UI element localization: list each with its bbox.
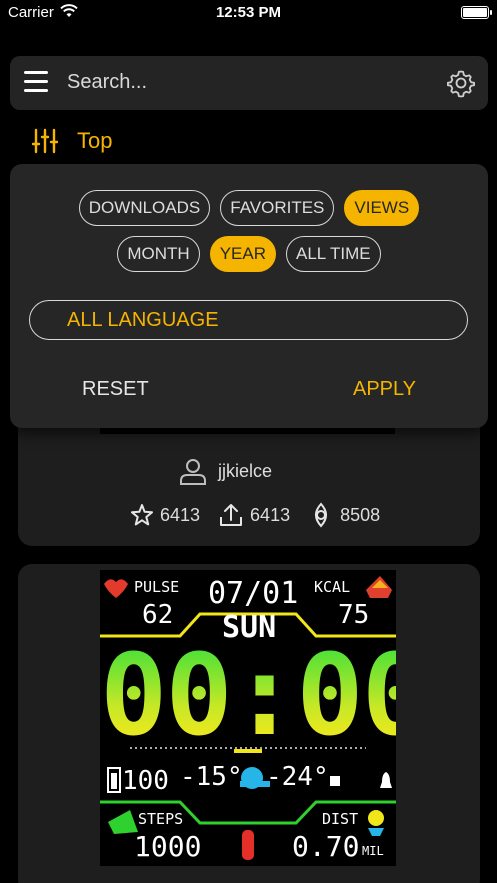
chip-month[interactable]: MONTH: [117, 236, 200, 272]
stats-row: 6413 6413 8508: [130, 502, 398, 528]
steps-value: 1000: [134, 830, 202, 863]
battery-icon: [461, 6, 492, 19]
steps-label: STEPS: [138, 810, 184, 828]
chip-favorites[interactable]: FAVORITES: [220, 190, 335, 226]
watch-time: 00:00: [100, 631, 396, 761]
period-options: MONTH YEAR ALL TIME: [10, 236, 488, 272]
views-stat: 8508: [308, 502, 380, 528]
downloads-stat: 6413: [218, 502, 290, 528]
kcal-value: 75: [338, 600, 370, 630]
chip-year[interactable]: YEAR: [209, 236, 276, 272]
pulse-value: 62: [142, 600, 174, 630]
chip-views[interactable]: VIEWS: [344, 190, 420, 226]
star-icon: [131, 504, 153, 526]
sort-options: DOWNLOADS FAVORITES VIEWS: [10, 190, 488, 226]
sliders-icon: [32, 128, 58, 154]
dist-label: DIST: [322, 810, 359, 828]
watchface-card[interactable]: PULSE 62 07/01 SUN KCAL 75 00:00 100 -15…: [18, 564, 480, 883]
chip-downloads[interactable]: DOWNLOADS: [78, 190, 211, 226]
kcal-label: KCAL: [314, 578, 351, 596]
filter-panel: DOWNLOADS FAVORITES VIEWS MONTH YEAR ALL…: [10, 164, 488, 428]
user-icon: [180, 459, 206, 485]
favorites-stat: 6413: [130, 503, 200, 527]
downloads-count: 6413: [250, 504, 291, 525]
author-name: jjkielce: [218, 460, 273, 481]
sort-label: Top: [77, 128, 113, 153]
reset-button[interactable]: RESET: [82, 378, 149, 401]
language-select[interactable]: ALL LANGUAGE: [29, 300, 468, 340]
watchface-thumbnail[interactable]: [100, 428, 395, 434]
watchface-preview[interactable]: PULSE 62 07/01 SUN KCAL 75 00:00 100 -15…: [100, 570, 396, 866]
pulse-label: PULSE: [134, 578, 180, 596]
hamburger-menu-icon[interactable]: [24, 71, 48, 95]
clock: 12:53 PM: [215, 4, 282, 21]
search-bar: Search...: [10, 56, 488, 110]
status-bar: Carrier 12:53 PM: [0, 0, 497, 28]
author-row: jjkielce: [178, 456, 272, 486]
favorites-count: 6413: [160, 504, 201, 525]
views-count: 8508: [340, 504, 381, 525]
apply-button[interactable]: APPLY: [353, 378, 416, 401]
dist-value: 0.70: [292, 830, 360, 863]
search-input[interactable]: Search...: [67, 71, 147, 94]
temp-low: -15°: [180, 762, 243, 792]
temp-high: -24°: [266, 762, 329, 792]
date-value: 07/01: [208, 576, 299, 611]
gear-icon[interactable]: [446, 68, 476, 98]
eye-icon: [315, 502, 328, 528]
battery-value: 100: [122, 766, 169, 796]
upload-icon: [220, 504, 243, 526]
chip-all-time[interactable]: ALL TIME: [285, 236, 381, 272]
dist-unit: MIL: [362, 844, 384, 858]
